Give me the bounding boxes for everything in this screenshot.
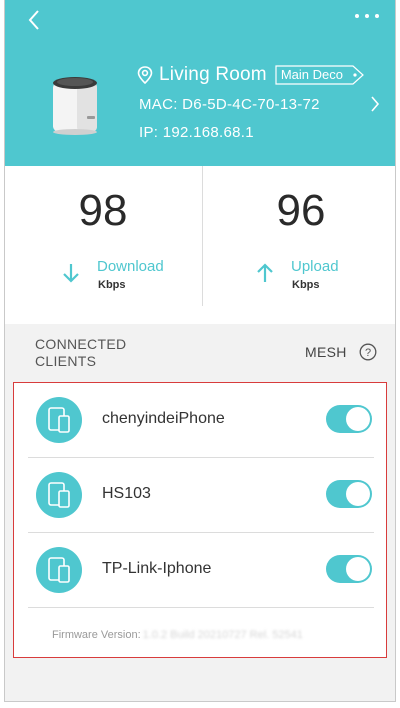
mesh-label: MESH: [305, 344, 347, 360]
download-value: 98: [78, 186, 128, 235]
connected-clients-title: CONNECTED CLIENTS: [35, 336, 127, 369]
client-row[interactable]: chenyindeiPhone: [28, 383, 374, 458]
upload-value: 96: [276, 186, 326, 235]
client-toggle[interactable]: [326, 405, 372, 433]
client-name: TP-Link-Iphone: [102, 560, 212, 577]
toggle-knob: [346, 557, 370, 581]
upload-unit: Kbps: [292, 279, 320, 291]
room-name: Living Room: [159, 64, 267, 85]
firmware-label: Firmware Version:: [52, 629, 141, 641]
download-label: Download: [97, 258, 164, 275]
svg-text:?: ?: [365, 347, 371, 359]
download-speed: 98 Download Kbps: [5, 166, 201, 324]
download-unit: Kbps: [98, 279, 126, 291]
more-dot-icon: [355, 14, 359, 18]
location-pin-icon: [137, 66, 153, 84]
client-device-avatar: [36, 472, 82, 518]
device-header: Living Room Main Deco MAC: D6-5D-4C-70-1…: [5, 0, 395, 166]
toggle-knob: [346, 482, 370, 506]
upload-speed: 96 Upload Kbps: [203, 166, 395, 324]
client-row[interactable]: TP-Link-Iphone: [28, 533, 374, 608]
back-button[interactable]: [23, 8, 47, 32]
tablet-phone-icon: [48, 482, 70, 508]
location-row[interactable]: Living Room Main Deco: [137, 64, 364, 86]
client-device-avatar: [36, 397, 82, 443]
client-name: HS103: [102, 485, 151, 502]
tablet-phone-icon: [48, 407, 70, 433]
firmware-version: Firmware Version: 1.0.2 Build 20210727 Re…: [52, 629, 303, 641]
more-dot-icon: [365, 14, 369, 18]
ip-address: IP: 192.168.68.1: [139, 124, 254, 141]
main-deco-tag: Main Deco: [275, 65, 364, 85]
help-icon[interactable]: ?: [359, 343, 377, 361]
more-dot-icon: [375, 14, 379, 18]
more-options-button[interactable]: [353, 10, 381, 22]
download-arrow-icon: [63, 264, 79, 283]
row-divider: [28, 607, 374, 608]
connected-clients-section: CONNECTED CLIENTS MESH ? chenyindeiPhone: [5, 324, 395, 701]
client-name: chenyindeiPhone: [102, 410, 225, 427]
client-toggle[interactable]: [326, 555, 372, 583]
mac-address: MAC: D6-5D-4C-70-13-72: [139, 96, 320, 113]
chevron-right-icon[interactable]: [369, 94, 381, 114]
back-chevron-icon: [28, 10, 39, 30]
toggle-knob: [346, 407, 370, 431]
app-frame: Living Room Main Deco MAC: D6-5D-4C-70-1…: [4, 0, 396, 702]
client-toggle[interactable]: [326, 480, 372, 508]
firmware-value: 1.0.2 Build 20210727 Rel. 52541: [142, 629, 303, 641]
main-deco-label: Main Deco: [280, 67, 343, 82]
tablet-phone-icon: [48, 557, 70, 583]
upload-arrow-icon: [257, 263, 273, 282]
client-device-avatar: [36, 547, 82, 593]
client-row[interactable]: HS103: [28, 458, 374, 533]
upload-label: Upload: [291, 258, 339, 275]
deco-device-icon: [53, 77, 97, 135]
speed-panel: 98 Download Kbps 96 Upload Kbps: [5, 166, 395, 324]
client-list: chenyindeiPhone HS103 TP-Link-Iphone Fir…: [13, 382, 387, 658]
